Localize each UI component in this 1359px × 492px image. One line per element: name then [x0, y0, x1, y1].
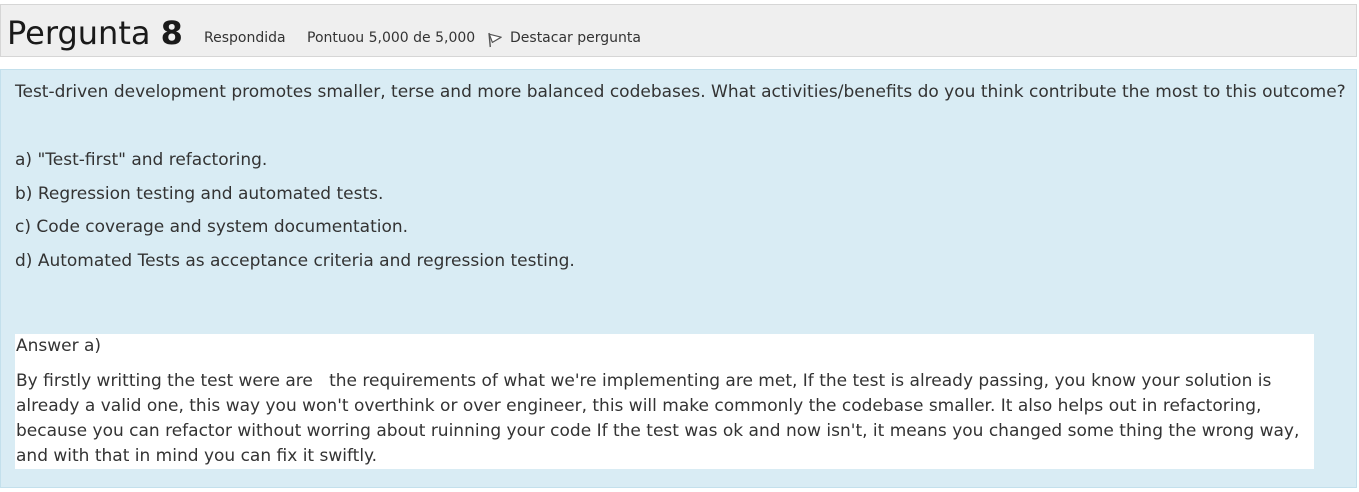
flag-icon: [488, 32, 502, 47]
question-number: 8: [160, 14, 183, 52]
option-b: b) Regression testing and automated test…: [15, 184, 384, 204]
question-state: Respondida: [204, 30, 286, 46]
option-c: c) Code coverage and system documentatio…: [15, 217, 409, 237]
question-grade: Pontuou 5,000 de 5,000: [307, 30, 476, 46]
answer-label: Answer a): [16, 336, 102, 356]
flag-question-label: Destacar pergunta: [510, 30, 641, 46]
option-d: d) Automated Tests as acceptance criteri…: [15, 251, 575, 271]
question-content: Test-driven development promotes smaller…: [0, 69, 1357, 488]
flag-question-link[interactable]: Destacar pergunta: [487, 28, 641, 48]
question-title: Pergunta 8: [7, 15, 183, 51]
answer-text: By firstly writting the test were are th…: [16, 371, 1305, 466]
answer-response-box[interactable]: Answer a) By firstly writting the test w…: [15, 334, 1314, 469]
question-info-bar: Pergunta 8 Respondida Pontuou 5,000 de 5…: [0, 4, 1357, 57]
option-a: a) "Test-first" and refactoring.: [15, 150, 268, 170]
question-word: Pergunta: [7, 14, 151, 52]
question-prompt: Test-driven development promotes smaller…: [15, 82, 1346, 102]
